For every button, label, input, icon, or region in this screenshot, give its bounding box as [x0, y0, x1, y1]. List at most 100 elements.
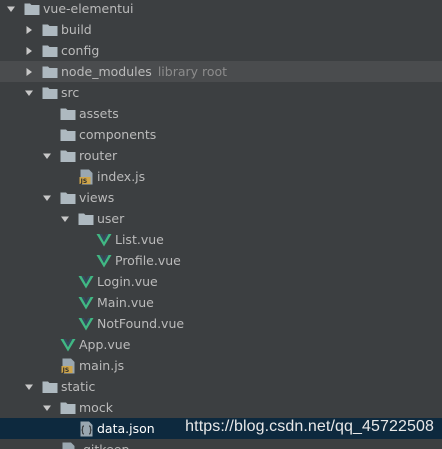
- tree-row[interactable]: App.vue: [0, 334, 442, 355]
- tree-row[interactable]: .gitkeep: [0, 439, 442, 449]
- svg-text:JS: JS: [79, 178, 87, 185]
- tree-row[interactable]: build: [0, 19, 442, 40]
- js-file-icon: JS: [78, 169, 94, 185]
- tree-item-label: Profile.vue: [115, 253, 181, 268]
- tree-row[interactable]: NotFound.vue: [0, 313, 442, 334]
- vue-file-icon: [60, 337, 76, 353]
- folder-icon: [60, 190, 76, 206]
- tree-row[interactable]: views: [0, 187, 442, 208]
- tree-row-content: Main.vue: [60, 292, 154, 313]
- tree-item-label: main.js: [79, 358, 125, 373]
- folder-icon: [60, 148, 76, 164]
- folder-icon: [42, 85, 58, 101]
- tree-row[interactable]: config: [0, 40, 442, 61]
- vue-file-icon: [78, 316, 94, 332]
- tree-row[interactable]: router: [0, 145, 442, 166]
- expand-arrow-down-icon[interactable]: [42, 145, 52, 166]
- expand-arrow-down-icon[interactable]: [6, 0, 16, 19]
- tree-item-label: .gitkeep: [79, 439, 129, 449]
- tree-row[interactable]: Login.vue: [0, 271, 442, 292]
- json-file-icon: [78, 421, 94, 437]
- tree-item-label: user: [97, 211, 125, 226]
- collapse-arrow-right-icon[interactable]: [24, 61, 34, 82]
- folder-icon: [78, 211, 94, 227]
- tree-row-content: Login.vue: [60, 271, 158, 292]
- collapse-arrow-right-icon[interactable]: [24, 40, 34, 61]
- folder-icon: [42, 22, 58, 38]
- tree-row[interactable]: mock: [0, 397, 442, 418]
- folder-icon: [60, 127, 76, 143]
- tree-row[interactable]: JS main.js: [0, 355, 442, 376]
- expand-arrow-down-icon[interactable]: [60, 208, 70, 229]
- tree-item-label: router: [79, 148, 118, 163]
- tree-row-content: src: [24, 82, 79, 103]
- tree-row[interactable]: user: [0, 208, 442, 229]
- tree-row-content: NotFound.vue: [60, 313, 184, 334]
- tree-row[interactable]: components: [0, 124, 442, 145]
- tree-item-label: vue-elementui: [43, 1, 134, 16]
- tree-row-content: JS index.js: [60, 166, 145, 187]
- tree-row[interactable]: assets: [0, 103, 442, 124]
- tree-row-content: vue-elementui: [6, 0, 133, 19]
- tree-row-content: App.vue: [42, 334, 130, 355]
- vue-file-icon: [96, 253, 112, 269]
- folder-icon: [24, 1, 40, 17]
- tree-row-content: Profile.vue: [78, 250, 181, 271]
- tree-item-label: mock: [79, 400, 113, 415]
- folder-icon: [42, 43, 58, 59]
- tree-row[interactable]: JS index.js: [0, 166, 442, 187]
- tree-item-label: NotFound.vue: [97, 316, 185, 331]
- folder-icon: [42, 64, 58, 80]
- expand-arrow-down-icon[interactable]: [24, 82, 34, 103]
- tree-row-content: components: [42, 124, 156, 145]
- tree-row-content: mock: [42, 397, 113, 418]
- js-file-icon: JS: [60, 358, 76, 374]
- tree-row[interactable]: static: [0, 376, 442, 397]
- tree-row[interactable]: Profile.vue: [0, 250, 442, 271]
- tree-row-content: assets: [42, 103, 119, 124]
- tree-item-label: index.js: [97, 169, 146, 184]
- tree-item-label: List.vue: [115, 232, 164, 247]
- tree-row-content: node_modules library root: [24, 61, 227, 82]
- tree-item-label: data.json: [97, 421, 155, 436]
- expand-arrow-down-icon[interactable]: [24, 376, 34, 397]
- project-tree: vue-elementui build config node_modules libr…: [0, 0, 442, 449]
- tree-row-content: JS main.js: [42, 355, 124, 376]
- svg-text:JS: JS: [61, 367, 69, 374]
- library-root-hint: library root: [157, 64, 228, 79]
- tree-row-content: config: [24, 40, 99, 61]
- vue-file-icon: [78, 295, 94, 311]
- tree-item-label: Main.vue: [97, 295, 154, 310]
- tree-row[interactable]: List.vue: [0, 229, 442, 250]
- tree-item-label: static: [61, 379, 96, 394]
- expand-arrow-down-icon[interactable]: [42, 187, 52, 208]
- tree-item-label: assets: [79, 106, 119, 121]
- tree-item-label: views: [79, 190, 115, 205]
- tree-row-content: List.vue: [78, 229, 164, 250]
- tree-row-content: router: [42, 145, 117, 166]
- tree-row[interactable]: Main.vue: [0, 292, 442, 313]
- tree-item-label: App.vue: [79, 337, 131, 352]
- tree-item-label: Login.vue: [97, 274, 158, 289]
- tree-row[interactable]: vue-elementui: [0, 0, 442, 19]
- collapse-arrow-right-icon[interactable]: [24, 19, 34, 40]
- tree-item-label: node_modules: [61, 64, 152, 79]
- tree-row[interactable]: data.json: [0, 418, 442, 439]
- tree-row-content: .gitkeep: [42, 439, 129, 449]
- vue-file-icon: [96, 232, 112, 248]
- tree-item-label: build: [61, 22, 92, 37]
- expand-arrow-down-icon[interactable]: [42, 397, 52, 418]
- tree-row[interactable]: src: [0, 82, 442, 103]
- tree-row-content: static: [24, 376, 95, 397]
- tree-row-content: data.json: [60, 418, 155, 439]
- tree-item-label: config: [61, 43, 100, 58]
- file-icon: [60, 442, 76, 449]
- folder-icon: [60, 106, 76, 122]
- tree-item-label: components: [79, 127, 157, 142]
- vue-file-icon: [78, 274, 94, 290]
- tree-item-label: src: [61, 85, 80, 100]
- folder-icon: [60, 400, 76, 416]
- tree-row[interactable]: node_modules library root: [0, 61, 442, 82]
- folder-icon: [42, 379, 58, 395]
- tree-row-content: user: [60, 208, 124, 229]
